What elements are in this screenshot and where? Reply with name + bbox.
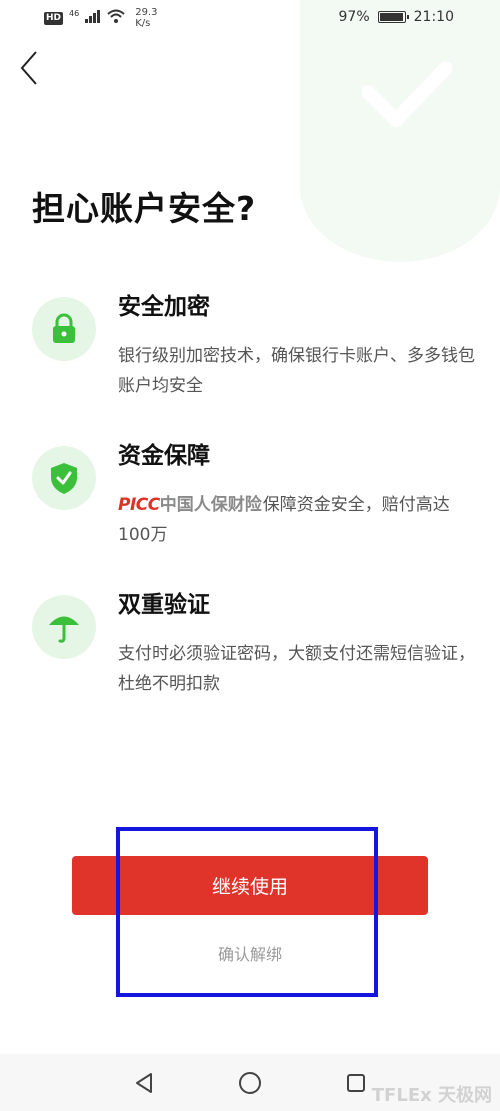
circle-home-icon xyxy=(239,1072,261,1094)
lock-icon xyxy=(32,297,96,361)
chevron-left-icon xyxy=(20,51,37,85)
status-bar: HD 46 29.3 K/s 97% 21:10 xyxy=(0,0,500,38)
picc-logo: PICC xyxy=(118,495,160,515)
page-title: 担心账户安全? xyxy=(32,189,257,228)
network-speed: 29.3 K/s xyxy=(135,7,157,29)
network-type: 46 xyxy=(69,8,80,18)
shield-check-icon xyxy=(32,446,96,510)
signal-icon xyxy=(85,9,101,27)
feature-description: 银行级别加密技术，确保银行卡账户、多多钱包账户均安全 xyxy=(118,346,475,396)
confirm-unbind-button[interactable]: 确认解绑 xyxy=(72,938,428,972)
hd-badge: HD xyxy=(44,11,64,25)
clock: 21:10 xyxy=(413,9,454,25)
nav-back-button[interactable] xyxy=(129,1068,159,1098)
battery-percent: 97% xyxy=(338,9,370,25)
square-recents-icon xyxy=(347,1074,365,1092)
feature-title: 双重验证 xyxy=(118,592,210,618)
feature-title: 资金保障 xyxy=(118,443,210,469)
network-speed-value: 29.3 xyxy=(135,7,158,18)
background-shield-check-icon xyxy=(300,0,500,262)
umbrella-icon xyxy=(32,595,96,659)
nav-home-button[interactable] xyxy=(235,1068,265,1098)
network-speed-unit: K/s xyxy=(135,18,151,29)
watermark: TFLEx 天极网 xyxy=(371,1085,492,1106)
continue-button[interactable]: 继续使用 xyxy=(72,856,428,915)
system-nav-bar: TFLEx 天极网 xyxy=(0,1054,500,1111)
feature-description: PICC中国人保财险保障资金安全，赔付高达100万 xyxy=(118,490,478,550)
feature-description: 支付时必须验证密码，大额支付还需短信验证，杜绝不明扣款 xyxy=(118,644,475,694)
battery-icon xyxy=(377,11,409,23)
back-button[interactable] xyxy=(14,48,44,88)
wifi-icon xyxy=(107,9,125,27)
triangle-back-icon xyxy=(136,1073,152,1093)
nav-recents-button[interactable] xyxy=(341,1068,371,1098)
feature-title: 安全加密 xyxy=(118,294,210,320)
picc-logo-text: 中国人保财险 xyxy=(159,495,262,515)
